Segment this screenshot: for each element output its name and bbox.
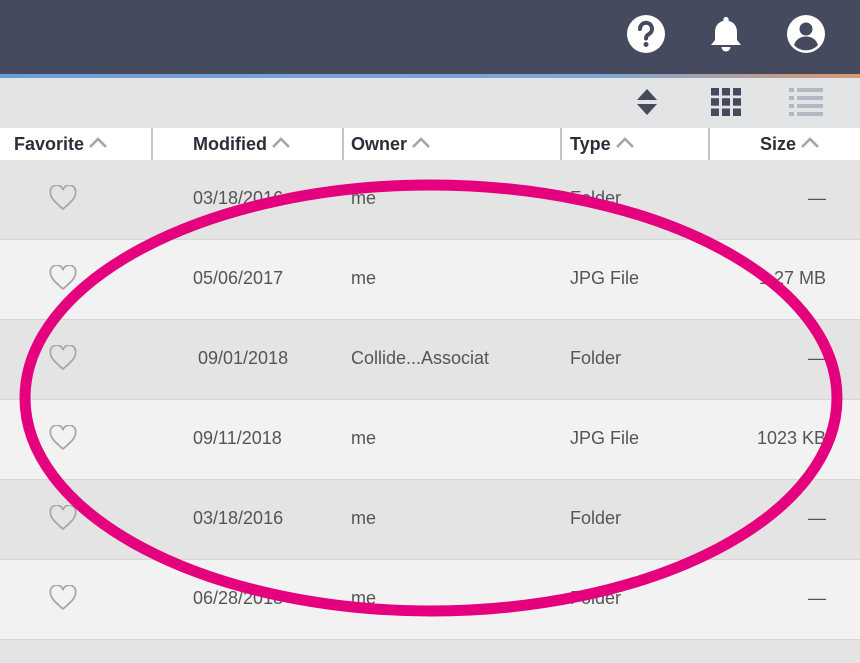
table-row[interactable]: 09/11/2018 me JPG File 1023 KB [0, 400, 860, 480]
owner-cell: me [351, 588, 377, 608]
type-cell: Folder [570, 348, 622, 368]
table-row-partial [0, 640, 860, 663]
type-cell: JPG File [570, 268, 640, 288]
type-cell: Folder [570, 188, 622, 208]
sort-ascending-icon [272, 137, 290, 149]
modified-cell: 09/01/2018 [198, 348, 289, 368]
size-cell: — [808, 348, 826, 368]
type-cell: JPG File [570, 428, 640, 448]
owner-cell: me [351, 428, 377, 448]
type-cell: Folder [570, 508, 622, 528]
modified-cell: 09/11/2018 [193, 428, 282, 448]
sort-ascending-icon [801, 137, 819, 149]
size-cell: 1.27 MB [758, 268, 826, 288]
size-cell: — [808, 508, 826, 528]
column-header-modified[interactable]: Modified [193, 128, 291, 160]
size-cell: — [808, 188, 826, 208]
view-toolbar [0, 78, 860, 129]
column-header-label: Favorite [14, 134, 85, 154]
table-row[interactable]: 03/18/2016 me Folder — [0, 160, 860, 240]
column-header-type[interactable]: Type [570, 128, 635, 160]
grid-view-icon[interactable] [711, 88, 741, 116]
type-cell: Folder [570, 588, 622, 608]
favorite-heart-icon[interactable] [49, 265, 77, 291]
sort-ascending-icon [412, 137, 430, 149]
column-divider[interactable] [560, 128, 562, 160]
favorite-heart-icon[interactable] [49, 425, 77, 451]
list-view-icon[interactable] [789, 88, 823, 116]
favorite-heart-icon[interactable] [49, 585, 77, 611]
column-header-label: Modified [193, 134, 267, 154]
column-divider[interactable] [708, 128, 710, 160]
table-row[interactable]: 09/01/2018 Collide...Associat Folder — [0, 320, 860, 400]
sort-ascending-icon [89, 137, 107, 149]
owner-cell: me [351, 268, 377, 288]
sort-icon[interactable] [636, 88, 658, 116]
modified-cell: 03/18/2016 [193, 188, 284, 208]
owner-cell: Collide...Associat [351, 348, 490, 368]
favorite-heart-icon[interactable] [49, 345, 77, 371]
owner-cell: me [351, 188, 377, 208]
column-header-label: Owner [351, 134, 408, 154]
size-cell: 1023 KB [756, 428, 826, 448]
favorite-heart-icon[interactable] [49, 505, 77, 531]
modified-cell: 06/28/2018 [193, 588, 284, 608]
column-divider[interactable] [342, 128, 344, 160]
table-row[interactable]: 06/28/2018 me Folder — [0, 560, 860, 640]
column-header-favorite[interactable]: Favorite [14, 128, 108, 160]
size-cell: — [808, 588, 826, 608]
column-header-owner[interactable]: Owner [351, 128, 431, 160]
top-navigation-bar [0, 0, 860, 74]
table-row[interactable]: 05/06/2017 me JPG File 1.27 MB [0, 240, 860, 320]
account-icon[interactable] [786, 14, 826, 54]
column-header-label: Size [760, 134, 797, 154]
column-divider[interactable] [151, 128, 153, 160]
modified-cell: 05/06/2017 [193, 268, 284, 288]
column-header-size[interactable]: Size [760, 128, 820, 160]
column-header-label: Type [570, 134, 611, 154]
table-header: Favorite Modified Owner Type Size [0, 128, 860, 161]
owner-cell: me [351, 508, 377, 528]
bell-icon[interactable] [706, 14, 746, 54]
favorite-heart-icon[interactable] [49, 185, 77, 211]
help-icon[interactable] [626, 14, 666, 54]
sort-ascending-icon [615, 137, 634, 149]
table-row[interactable]: 03/18/2016 me Folder — [0, 480, 860, 560]
modified-cell: 03/18/2016 [193, 508, 284, 528]
